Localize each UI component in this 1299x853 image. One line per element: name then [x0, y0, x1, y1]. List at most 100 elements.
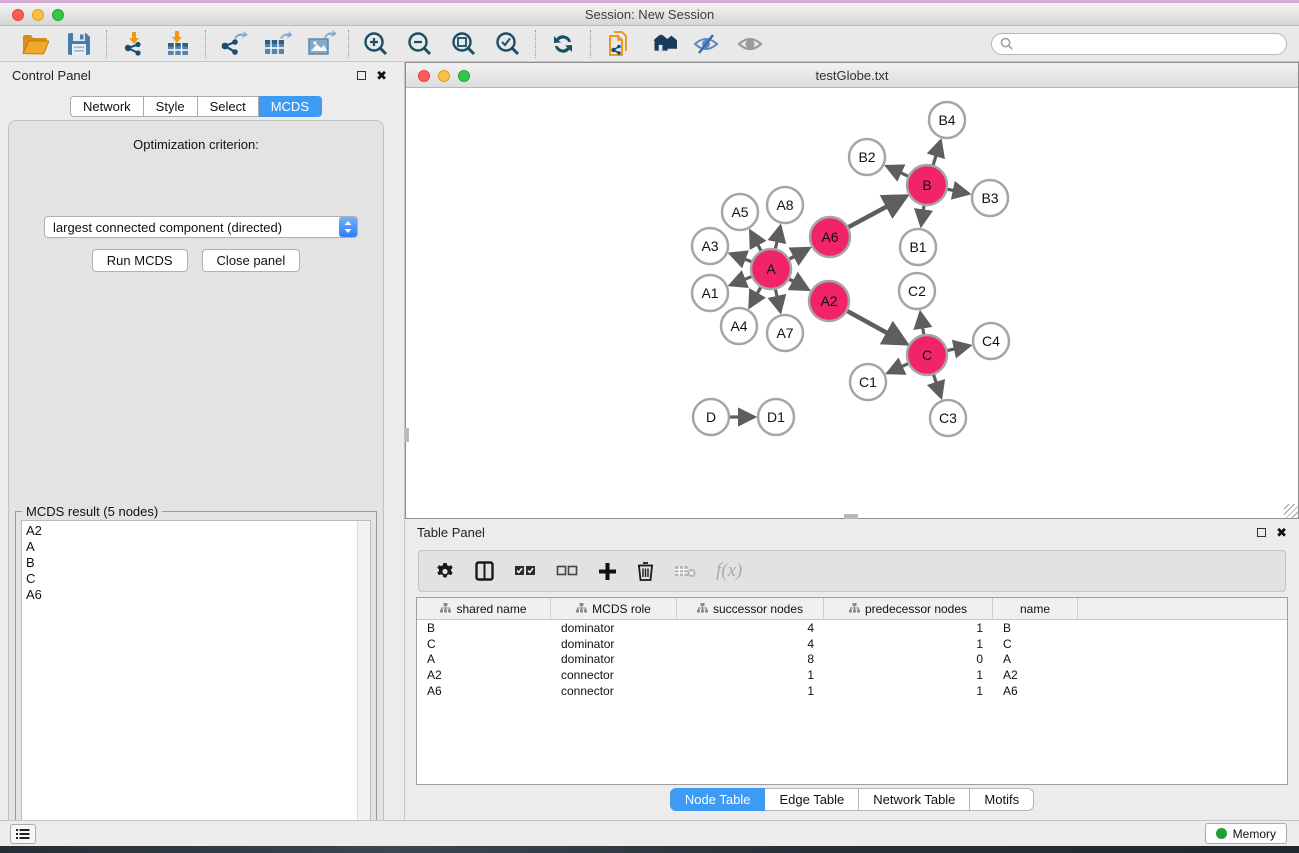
node-B3[interactable]: B3 — [972, 180, 1008, 216]
column-header-name[interactable]: name — [993, 598, 1078, 619]
select-all-icon[interactable] — [514, 565, 536, 577]
table-row[interactable]: Bdominator41B — [417, 620, 1287, 636]
edge-B-B4[interactable] — [933, 141, 941, 166]
node-C4[interactable]: C4 — [973, 323, 1009, 359]
node-A6[interactable]: A6 — [810, 217, 850, 257]
column-header-MCDS-role[interactable]: MCDS role — [551, 598, 677, 619]
export-network-icon[interactable] — [218, 29, 248, 59]
table-header[interactable]: shared nameMCDS rolesuccessor nodesprede… — [417, 598, 1287, 620]
criterion-dropdown[interactable]: largest connected component (directed) — [44, 216, 358, 238]
tab-style[interactable]: Style — [144, 96, 198, 117]
node-A1[interactable]: A1 — [692, 275, 728, 311]
node-D1[interactable]: D1 — [758, 399, 794, 435]
edge-C-C4[interactable] — [947, 346, 970, 351]
edge-A-A1[interactable] — [730, 276, 752, 285]
node-B[interactable]: B — [907, 165, 947, 205]
open-folder-icon[interactable] — [20, 29, 50, 59]
close-panel-icon[interactable]: ✖ — [376, 69, 387, 82]
column-header-successor-nodes[interactable]: successor nodes — [677, 598, 824, 619]
edge-A-A3[interactable] — [731, 254, 753, 262]
zoom-fit-icon[interactable] — [449, 29, 479, 59]
edge-A2-C[interactable] — [847, 311, 906, 344]
run-mcds-button[interactable]: Run MCDS — [92, 249, 188, 272]
node-C3[interactable]: C3 — [930, 400, 966, 436]
edge-A-A5[interactable] — [751, 231, 762, 251]
mcds-result-list[interactable]: A2ABCA6 — [22, 521, 357, 846]
float-table-panel-icon[interactable] — [1257, 528, 1266, 537]
node-A[interactable]: A — [751, 249, 791, 289]
node-C[interactable]: C — [907, 335, 947, 375]
node-B2[interactable]: B2 — [849, 139, 885, 175]
splitter-grip-left[interactable] — [405, 428, 409, 442]
window-resize-grip[interactable] — [1284, 504, 1298, 518]
function-builder-icon[interactable]: f(x) — [716, 560, 742, 582]
tab-node-table[interactable]: Node Table — [670, 788, 766, 811]
import-table-icon[interactable] — [163, 29, 193, 59]
tab-motifs[interactable]: Motifs — [970, 788, 1034, 811]
result-item[interactable]: A — [26, 539, 353, 555]
node-A7[interactable]: A7 — [767, 315, 803, 351]
network-graph[interactable]: AA6A2BCA5A8A3A1A4A7B2B4B3B1C2C4C1C3DD1 — [406, 88, 1298, 518]
tab-select[interactable]: Select — [198, 96, 259, 117]
result-scrollbar[interactable] — [357, 521, 370, 846]
edge-C-C2[interactable] — [920, 313, 924, 336]
result-item[interactable]: C — [26, 571, 353, 587]
deselect-all-icon[interactable] — [556, 565, 578, 577]
edge-B-B3[interactable] — [947, 189, 969, 194]
edge-C-C1[interactable] — [888, 363, 909, 373]
edge-A-A8[interactable] — [775, 226, 780, 249]
edge-A-A7[interactable] — [775, 289, 780, 312]
hide-view-icon[interactable] — [691, 29, 721, 59]
gear-icon[interactable] — [435, 561, 455, 581]
result-item[interactable]: B — [26, 555, 353, 571]
edge-B-B2[interactable] — [887, 166, 909, 176]
node-table[interactable]: shared nameMCDS rolesuccessor nodesprede… — [416, 597, 1288, 785]
zoom-selected-icon[interactable] — [493, 29, 523, 59]
node-C1[interactable]: C1 — [850, 364, 886, 400]
search-input[interactable] — [1017, 37, 1278, 51]
network-window-titlebar[interactable]: testGlobe.txt — [406, 63, 1298, 88]
node-A4[interactable]: A4 — [721, 308, 757, 344]
node-A8[interactable]: A8 — [767, 187, 803, 223]
result-item[interactable]: A2 — [26, 523, 353, 539]
edge-A-A6[interactable] — [789, 248, 809, 259]
clone-network-icon[interactable] — [603, 29, 633, 59]
tab-network-table[interactable]: Network Table — [859, 788, 970, 811]
node-A3[interactable]: A3 — [692, 228, 728, 264]
node-B1[interactable]: B1 — [900, 229, 936, 265]
tab-network[interactable]: Network — [70, 96, 144, 117]
zoom-out-icon[interactable] — [405, 29, 435, 59]
column-header-shared-name[interactable]: shared name — [417, 598, 551, 619]
table-row[interactable]: A2connector11A2 — [417, 667, 1287, 683]
network-canvas[interactable]: AA6A2BCA5A8A3A1A4A7B2B4B3B1C2C4C1C3DD1 — [406, 88, 1298, 518]
zoom-in-icon[interactable] — [361, 29, 391, 59]
home-icon[interactable] — [647, 29, 677, 59]
close-table-panel-icon[interactable]: ✖ — [1276, 526, 1287, 539]
node-B4[interactable]: B4 — [929, 102, 965, 138]
node-A5[interactable]: A5 — [722, 194, 758, 230]
float-panel-icon[interactable] — [357, 71, 366, 80]
table-body[interactable]: Bdominator41BCdominator41CAdominator80AA… — [417, 620, 1287, 699]
show-view-icon[interactable] — [735, 29, 765, 59]
edge-A6-B[interactable] — [848, 196, 906, 227]
refresh-icon[interactable] — [548, 29, 578, 59]
edge-A-A4[interactable] — [750, 286, 761, 306]
edge-C-C3[interactable] — [933, 374, 941, 397]
result-item[interactable]: A6 — [26, 587, 353, 603]
node-C2[interactable]: C2 — [899, 273, 935, 309]
memory-button[interactable]: Memory — [1205, 823, 1287, 844]
export-table-icon[interactable] — [262, 29, 292, 59]
export-image-icon[interactable] — [306, 29, 336, 59]
table-row[interactable]: Cdominator41C — [417, 636, 1287, 652]
import-network-icon[interactable] — [119, 29, 149, 59]
tab-mcds[interactable]: MCDS — [259, 96, 322, 117]
search-box[interactable] — [991, 33, 1287, 55]
node-D[interactable]: D — [693, 399, 729, 435]
table-row[interactable]: A6connector11A6 — [417, 683, 1287, 699]
save-session-icon[interactable] — [64, 29, 94, 59]
edge-A-A2[interactable] — [789, 279, 808, 290]
delete-table-icon[interactable] — [674, 564, 696, 578]
delete-column-icon[interactable] — [637, 561, 654, 581]
close-panel-button[interactable]: Close panel — [202, 249, 301, 272]
split-column-icon[interactable] — [475, 561, 494, 581]
